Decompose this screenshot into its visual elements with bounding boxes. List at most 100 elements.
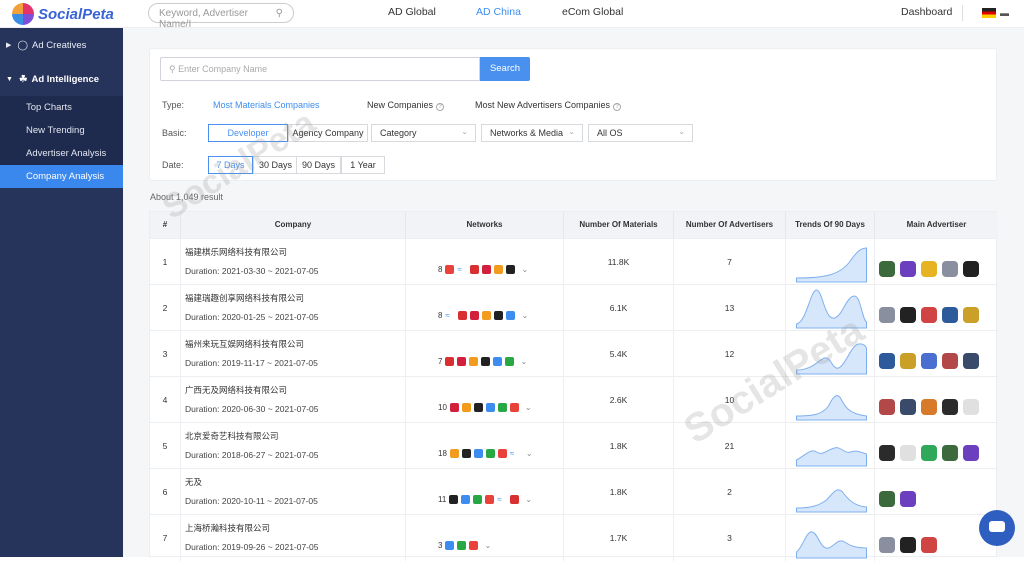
bulb-icon: ◯ bbox=[17, 39, 29, 51]
sidebar-item-new-trending[interactable]: New Trending bbox=[0, 119, 123, 142]
company-cell[interactable]: 福州来玩互娱网络科技有限公司 Duration: 2019-11-17 ~ 20… bbox=[181, 331, 406, 377]
advertiser-app-icon[interactable] bbox=[921, 399, 937, 415]
col-header-materials[interactable]: Number Of Materials bbox=[564, 212, 674, 238]
company-name[interactable]: 福州来玩互娱网络科技有限公司 bbox=[185, 338, 405, 350]
advertiser-app-icon[interactable] bbox=[900, 307, 916, 323]
advertiser-app-icon[interactable] bbox=[942, 261, 958, 277]
advertiser-app-icon[interactable] bbox=[879, 445, 895, 461]
sidebar-item-advertiser-analysis[interactable]: Advertiser Analysis bbox=[0, 142, 123, 165]
agency-company-button[interactable]: Agency Company bbox=[288, 124, 368, 142]
advertiser-app-icon[interactable] bbox=[879, 307, 895, 323]
advertiser-app-icon[interactable] bbox=[921, 353, 937, 369]
chevron-down-icon[interactable]: ⌄ bbox=[521, 265, 528, 274]
date-1-year[interactable]: 1 Year bbox=[341, 156, 385, 174]
sidebar-item-top-charts[interactable]: Top Charts bbox=[0, 96, 123, 119]
date-90-days[interactable]: 90 Days bbox=[296, 156, 341, 174]
advertiser-app-icon[interactable] bbox=[900, 353, 916, 369]
sidebar-group-ad-creatives[interactable]: ▶ ◯ Ad Creatives bbox=[0, 28, 123, 62]
advertiser-app-icon[interactable] bbox=[921, 307, 937, 323]
table-row[interactable]: 6 无及 Duration: 2020-10-11 ~ 2021-07-05 1… bbox=[150, 468, 998, 515]
company-name[interactable]: 广西无及网络科技有限公司 bbox=[185, 384, 405, 396]
advertiser-app-icon[interactable] bbox=[942, 399, 958, 415]
language-flag-icon[interactable] bbox=[982, 8, 996, 18]
advertiser-app-icon[interactable] bbox=[879, 353, 895, 369]
advertiser-app-icon[interactable] bbox=[900, 261, 916, 277]
sidebar-group-label: Ad Creatives bbox=[32, 39, 87, 51]
company-cell[interactable]: 福建瑞趣创享网络科技有限公司 Duration: 2020-01-25 ~ 20… bbox=[181, 285, 406, 331]
advertiser-app-icon[interactable] bbox=[963, 399, 979, 415]
networks-cell: 8 ≈ ⌄ bbox=[406, 285, 564, 331]
company-cell[interactable]: 福建棋乐网络科技有限公司 Duration: 2021-03-30 ~ 2021… bbox=[181, 239, 406, 285]
chevron-down-icon[interactable]: ⌄ bbox=[520, 357, 527, 366]
advertiser-app-icon[interactable] bbox=[942, 445, 958, 461]
type-most-new-advertisers[interactable]: Most New Advertisers Companies? bbox=[475, 100, 622, 111]
advertiser-app-icon[interactable] bbox=[879, 491, 895, 507]
table-row[interactable]: 5 北京爱奇艺科技有限公司 Duration: 2018-06-27 ~ 202… bbox=[150, 422, 998, 469]
user-menu-icon[interactable]: ▬ bbox=[1000, 8, 1009, 18]
advertiser-app-icon[interactable] bbox=[879, 261, 895, 277]
company-search-placeholder: Enter Company Name bbox=[178, 64, 268, 74]
advertiser-app-icon[interactable] bbox=[921, 261, 937, 277]
company-name[interactable]: 北京爱奇艺科技有限公司 bbox=[185, 430, 405, 442]
advertiser-app-icon[interactable] bbox=[900, 537, 916, 553]
network-icon bbox=[506, 265, 516, 274]
dashboard-link[interactable]: Dashboard bbox=[901, 6, 952, 18]
advertiser-app-icon[interactable] bbox=[942, 353, 958, 369]
os-dropdown[interactable]: All OS ⌄ bbox=[588, 124, 693, 142]
company-search-input[interactable]: ⚲ Enter Company Name bbox=[160, 57, 480, 81]
company-cell[interactable]: 上海桥瀚科技有限公司 Duration: 2019-09-26 ~ 2021-0… bbox=[181, 515, 406, 561]
chevron-down-icon[interactable]: ⌄ bbox=[525, 495, 532, 504]
developer-button[interactable]: Developer bbox=[208, 124, 288, 142]
type-new-companies[interactable]: New Companies? bbox=[367, 100, 445, 111]
advertiser-app-icon[interactable] bbox=[921, 537, 937, 553]
date-30-days[interactable]: 30 Days bbox=[253, 156, 298, 174]
advertiser-app-icon[interactable] bbox=[900, 445, 916, 461]
company-name[interactable]: 无及 bbox=[185, 476, 405, 488]
network-count: 11 bbox=[438, 495, 447, 504]
advertiser-app-icon[interactable] bbox=[963, 307, 979, 323]
company-name[interactable]: 上海桥瀚科技有限公司 bbox=[185, 522, 405, 534]
advertiser-app-icon[interactable] bbox=[900, 399, 916, 415]
table-row[interactable]: 3 福州来玩互娱网络科技有限公司 Duration: 2019-11-17 ~ … bbox=[150, 330, 998, 377]
global-search-input[interactable]: Keyword, Advertiser Name/I ⚲ bbox=[148, 3, 294, 30]
chevron-down-icon[interactable]: ⌄ bbox=[521, 311, 528, 320]
company-name[interactable]: 福建瑞趣创享网络科技有限公司 bbox=[185, 292, 405, 304]
networks-media-dropdown[interactable]: Networks & Media ⌄ bbox=[481, 124, 583, 142]
nav-ad-china[interactable]: AD China bbox=[476, 6, 521, 18]
network-icon bbox=[494, 265, 504, 274]
advertiser-app-icon[interactable] bbox=[963, 353, 979, 369]
advertiser-app-icon[interactable] bbox=[879, 399, 895, 415]
network-icon bbox=[457, 541, 467, 550]
logo[interactable]: SocialPeta bbox=[12, 3, 114, 25]
table-row[interactable]: 7 上海桥瀚科技有限公司 Duration: 2019-09-26 ~ 2021… bbox=[150, 514, 998, 561]
type-most-materials[interactable]: Most Materials Companies bbox=[213, 100, 320, 110]
table-row[interactable]: 2 福建瑞趣创享网络科技有限公司 Duration: 2020-01-25 ~ … bbox=[150, 284, 998, 331]
advertiser-app-icon[interactable] bbox=[942, 307, 958, 323]
advertiser-app-icon[interactable] bbox=[879, 537, 895, 553]
nav-ecom-global[interactable]: eCom Global bbox=[562, 6, 623, 18]
table-row[interactable]: 4 广西无及网络科技有限公司 Duration: 2020-06-30 ~ 20… bbox=[150, 376, 998, 423]
category-dropdown[interactable]: Category ⌄ bbox=[371, 124, 476, 142]
company-cell[interactable]: 无及 Duration: 2020-10-11 ~ 2021-07-05 bbox=[181, 469, 406, 515]
network-icon bbox=[458, 311, 468, 320]
chevron-down-icon[interactable]: ⌄ bbox=[525, 403, 532, 412]
date-7-days[interactable]: 7 Days bbox=[208, 156, 253, 174]
advertiser-app-icon[interactable] bbox=[900, 491, 916, 507]
sidebar-item-company-analysis[interactable]: Company Analysis bbox=[0, 165, 123, 188]
search-button[interactable]: Search bbox=[480, 57, 530, 81]
advertiser-app-icon[interactable] bbox=[963, 445, 979, 461]
sidebar-group-ad-intelligence[interactable]: ▼ ☘ Ad Intelligence bbox=[0, 62, 123, 96]
advertiser-app-icon[interactable] bbox=[921, 445, 937, 461]
company-cell[interactable]: 北京爱奇艺科技有限公司 Duration: 2018-06-27 ~ 2021-… bbox=[181, 423, 406, 469]
nav-ad-global[interactable]: AD Global bbox=[388, 6, 436, 18]
table-row[interactable]: 1 福建棋乐网络科技有限公司 Duration: 2021-03-30 ~ 20… bbox=[150, 238, 998, 285]
chat-button[interactable] bbox=[979, 510, 1015, 546]
advertiser-app-icon[interactable] bbox=[963, 261, 979, 277]
help-icon[interactable]: ? bbox=[436, 103, 445, 111]
chevron-down-icon[interactable]: ⌄ bbox=[526, 449, 533, 458]
col-header-advertisers[interactable]: Number Of Advertisers bbox=[674, 212, 786, 238]
company-cell[interactable]: 广西无及网络科技有限公司 Duration: 2020-06-30 ~ 2021… bbox=[181, 377, 406, 423]
company-name[interactable]: 福建棋乐网络科技有限公司 bbox=[185, 246, 405, 258]
help-icon[interactable]: ? bbox=[613, 103, 622, 111]
chevron-down-icon[interactable]: ⌄ bbox=[484, 541, 491, 550]
